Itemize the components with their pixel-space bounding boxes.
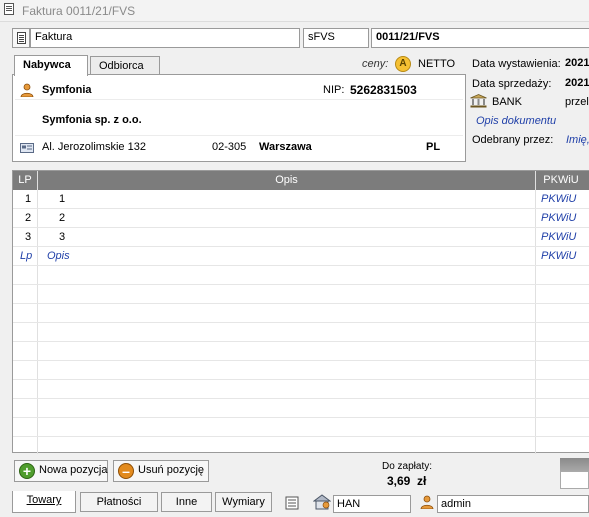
empty-row [13, 266, 589, 285]
empty-row [13, 285, 589, 304]
warehouse-icon [312, 494, 332, 510]
user-icon [420, 495, 434, 510]
document-type-icon [12, 28, 30, 48]
tab-odbiorca[interactable]: Odbiorca [90, 56, 160, 76]
row-lp: 2 [25, 212, 32, 224]
table-row[interactable]: 3 3 PKWiU [13, 228, 589, 247]
empty-row [13, 380, 589, 399]
buyer-street[interactable]: Al. Jerozolimskie 132 [42, 141, 146, 153]
tab-nabywca-label: Nabywca [23, 59, 71, 71]
user-field[interactable]: admin [437, 495, 589, 513]
summary-cell [560, 471, 589, 489]
tab-nabywca[interactable]: Nabywca [14, 55, 88, 76]
tab-odbiorca-label: Odbiorca [99, 60, 144, 72]
row-lp: 3 [25, 231, 32, 243]
add-item-button[interactable]: + Nowa pozycja [14, 460, 108, 482]
delete-item-label: Usuń pozycję [138, 464, 205, 476]
new-row-description: Opis [47, 250, 70, 262]
total-amount: 3,69 zł [387, 474, 426, 488]
tab-platnosci[interactable]: Płatności [80, 492, 158, 512]
total-label: Do zapłaty: [382, 461, 433, 472]
buyer-panel: Symfonia NIP: 5262831503 Symfonia sp. z … [12, 74, 466, 162]
tab-inne[interactable]: Inne [161, 492, 212, 512]
buyer-city[interactable]: Warszawa [259, 141, 312, 153]
empty-row [13, 361, 589, 380]
app-document-icon [4, 3, 14, 15]
tab-wymiary-label: Wymiary [222, 496, 265, 508]
row-description: 3 [59, 231, 66, 243]
warehouse-field[interactable]: HAN [333, 495, 411, 513]
prices-label: ceny: [362, 58, 389, 70]
notes-icon[interactable] [285, 496, 299, 510]
prices-mode-button[interactable]: A [395, 56, 411, 72]
row-description: 2 [59, 212, 66, 224]
document-description[interactable]: Opis dokumentu [476, 115, 556, 127]
row-pkwiu: PKWiU [541, 231, 577, 243]
table-header: LP Opis PKWiU [13, 171, 589, 190]
sale-date-value[interactable]: 2021 [565, 77, 589, 89]
empty-row [13, 304, 589, 323]
buyer-country[interactable]: PL [426, 141, 440, 153]
buyer-full-name[interactable]: Symfonia sp. z o.o. [42, 114, 142, 126]
minus-icon: – [118, 463, 134, 479]
payment-extra[interactable]: przele [565, 96, 589, 108]
sale-date-label: Data sprzedaży: [472, 78, 552, 90]
table-row[interactable]: 2 2 PKWiU [13, 209, 589, 228]
document-number-field[interactable]: 0011/21/FVS [371, 28, 589, 48]
column-opis[interactable]: Opis [38, 174, 535, 186]
title-bar: Faktura 0011/21/FVS [0, 0, 589, 22]
empty-row [13, 418, 589, 437]
delete-item-button[interactable]: – Usuń pozycję [113, 460, 209, 482]
received-by-value[interactable]: Imię, [566, 134, 589, 146]
column-pkwiu[interactable]: PKWiU [536, 174, 586, 186]
prices-mode-value: NETTO [418, 58, 456, 70]
buyer-postal-code[interactable]: 02-305 [212, 141, 246, 153]
row-pkwiu: PKWiU [541, 193, 577, 205]
add-item-label: Nowa pozycja [39, 464, 108, 476]
received-by-label: Odebrany przez: [472, 134, 554, 146]
row-lp: 1 [25, 193, 32, 205]
issue-date-value[interactable]: 2021 [565, 57, 589, 69]
window-title: Faktura 0011/21/FVS [22, 4, 136, 18]
tab-towary-label: Towary [26, 494, 62, 506]
nip-value[interactable]: 5262831503 [350, 83, 417, 97]
person-icon[interactable] [20, 83, 34, 98]
empty-row [13, 323, 589, 342]
nip-label: NIP: [323, 84, 345, 96]
row-description: 1 [59, 193, 66, 205]
issue-date-label: Data wystawienia: [472, 58, 561, 70]
bank-icon[interactable] [470, 94, 487, 108]
table-row[interactable]: 1 1 PKWiU [13, 190, 589, 209]
plus-icon: + [19, 463, 35, 479]
total-currency: zł [417, 474, 427, 488]
tab-platnosci-label: Płatności [96, 496, 142, 508]
summary-header [560, 458, 589, 471]
items-table[interactable]: LP Opis PKWiU 1 1 PKWiU 2 2 PKWiU 3 3 PK… [12, 170, 589, 454]
payment-method[interactable]: BANK [492, 96, 522, 108]
series-field[interactable]: sFVS [303, 28, 369, 48]
new-row-lp: Lp [20, 250, 33, 262]
row-pkwiu: PKWiU [541, 212, 577, 224]
total-value: 3,69 [387, 474, 411, 488]
document-type-field[interactable]: Faktura [30, 28, 300, 48]
tab-wymiary[interactable]: Wymiary [215, 492, 272, 512]
tab-towary[interactable]: Towary [12, 491, 76, 513]
new-row-pkwiu: PKWiU [541, 250, 577, 262]
column-lp[interactable]: LP [13, 174, 37, 186]
tab-inne-label: Inne [175, 496, 198, 508]
empty-row [13, 399, 589, 418]
new-item-row[interactable]: Lp Opis PKWiU [13, 247, 589, 266]
empty-row [13, 342, 589, 361]
address-card-icon [20, 143, 34, 153]
buyer-short-name[interactable]: Symfonia [42, 84, 92, 96]
